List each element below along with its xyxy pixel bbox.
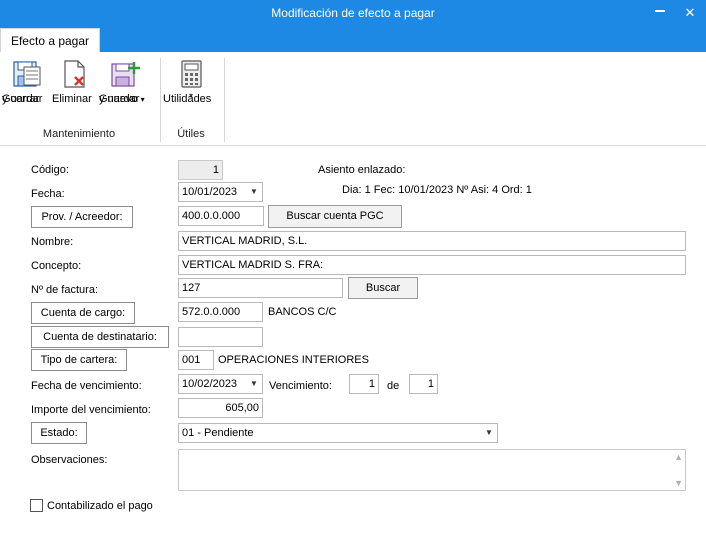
save-close-label-2: y cerrar (2, 93, 40, 105)
asiento-detail: Dia: 1 Fec: 10/01/2023 Nº Asi: 4 Ord: 1 (342, 184, 532, 196)
utilities-label: Utilidades (163, 93, 212, 105)
utilities-button[interactable]: Utilidades ▾ (163, 58, 219, 105)
vencimiento-date-value: 10/02/2023 (182, 378, 238, 390)
tipo-cartera-button[interactable]: Tipo de cartera: (31, 349, 127, 371)
calculator-icon (181, 60, 202, 88)
group-label-maintenance: Mantenimiento (42, 128, 116, 140)
vencimiento-date-label: Fecha de vencimiento: (31, 380, 142, 392)
effect-form: Código: 1 Asiento enlazado: Dia: 1 Fec: … (0, 147, 706, 543)
delete-document-icon (64, 60, 85, 88)
window-title: Modificación de efecto a pagar (271, 6, 435, 20)
estado-button[interactable]: Estado: (31, 422, 87, 444)
contabilizado-label[interactable]: Contabilizado el pago (47, 500, 153, 512)
fecha-value: 10/01/2023 (182, 186, 238, 198)
observaciones-label: Observaciones: (31, 454, 108, 466)
close-button[interactable]: ✕ (680, 4, 700, 22)
asiento-label: Asiento enlazado: (318, 164, 406, 176)
codigo-field: 1 (178, 160, 223, 180)
contabilizado-checkbox[interactable] (30, 499, 43, 512)
proveedor-field[interactable]: 400.0.0.000 (178, 206, 264, 226)
save-new-label-2-text: y nuevo (99, 93, 138, 105)
fecha-label: Fecha: (31, 188, 65, 200)
observaciones-textarea[interactable]: ▲ ▼ (178, 449, 686, 491)
importe-label: Importe del vencimiento: (31, 404, 151, 416)
minimize-button[interactable] (650, 4, 670, 22)
vencimiento-label: Vencimiento: (269, 380, 332, 392)
factura-label: Nº de factura: (31, 284, 98, 296)
minimize-icon (655, 10, 665, 12)
factura-field[interactable]: 127 (178, 278, 343, 298)
cuenta-destinatario-button[interactable]: Cuenta de destinatario: (31, 326, 169, 348)
group-separator (224, 58, 225, 142)
importe-field[interactable]: 605,00 (178, 398, 263, 418)
delete-button[interactable]: Eliminar (52, 58, 96, 105)
chevron-down-icon[interactable]: ▼ (246, 183, 262, 201)
buscar-cuenta-pgc-button[interactable]: Buscar cuenta PGC (268, 205, 402, 228)
nombre-field[interactable]: VERTICAL MADRID, S.L. (178, 231, 686, 251)
vencimiento-total-field[interactable]: 1 (409, 374, 438, 394)
tipo-cartera-field[interactable]: 001 (178, 350, 214, 370)
scroll-up-icon[interactable]: ▲ (674, 452, 683, 462)
save-new-icon (111, 62, 140, 87)
estado-select[interactable]: 01 - Pendiente ▼ (178, 423, 498, 443)
vencimiento-num-field[interactable]: 1 (349, 374, 379, 394)
save-and-new-button[interactable]: Guardar y nuevo ▾ (99, 58, 151, 105)
chevron-down-icon[interactable]: ▼ (246, 375, 262, 393)
save-close-icon (13, 61, 41, 87)
chevron-down-icon[interactable]: ▼ (481, 424, 497, 442)
group-separator (160, 58, 161, 142)
chevron-down-icon: ▾ (140, 95, 145, 104)
codigo-label: Código: (31, 164, 69, 176)
cuenta-cargo-name: BANCOS C/C (268, 306, 337, 318)
concepto-field[interactable]: VERTICAL MADRID S. FRA: (178, 255, 686, 275)
title-bar: Modificación de efecto a pagar ✕ (0, 0, 706, 28)
close-icon: ✕ (684, 5, 696, 20)
tab-efecto-a-pagar[interactable]: Efecto a pagar (0, 28, 100, 53)
nombre-label: Nombre: (31, 236, 74, 248)
group-label-utilities: Útiles (177, 128, 205, 140)
buscar-button[interactable]: Buscar (348, 277, 418, 299)
cuenta-cargo-field[interactable]: 572.0.0.000 (178, 302, 263, 322)
fecha-date-picker[interactable]: 10/01/2023 ▼ (178, 182, 263, 202)
save-new-label-2: y nuevo ▾ (99, 92, 145, 107)
ribbon: Guardar y cerrar Eliminar Guardar y nuev… (0, 52, 706, 146)
ribbon-tab-strip (0, 28, 706, 52)
save-and-close-button[interactable]: Guardar y cerrar (2, 58, 50, 105)
vencimiento-date-picker[interactable]: 10/02/2023 ▼ (178, 374, 263, 394)
cuenta-cargo-button[interactable]: Cuenta de cargo: (31, 302, 135, 324)
concepto-label: Concepto: (31, 260, 82, 272)
de-label: de (387, 380, 400, 392)
tipo-cartera-name: OPERACIONES INTERIORES (218, 354, 369, 366)
estado-value: 01 - Pendiente (182, 427, 254, 439)
delete-label: Eliminar (52, 93, 92, 105)
cuenta-destinatario-field[interactable] (178, 327, 263, 347)
scroll-down-icon[interactable]: ▼ (674, 478, 683, 488)
proveedor-button[interactable]: Prov. / Acreedor: (31, 206, 133, 228)
